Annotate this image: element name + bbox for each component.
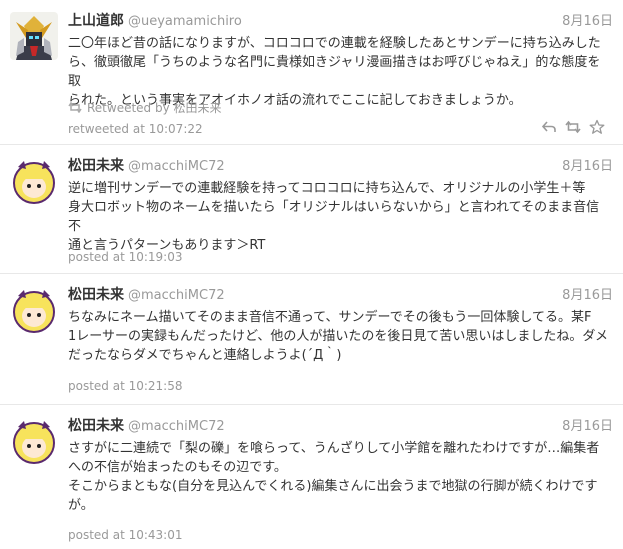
tweet-text-line: 身大ロボット物のネームを描いたら「オリジナルはいらないから」と言われてそのまま音… [68, 200, 600, 234]
retweet-info: Retweeted by 松田未来 [68, 99, 222, 116]
tweet-text-line: 1レーサーの実録もんだったけど、他の人が描いたのを後日見て苦い思いはしましたね。… [68, 329, 608, 344]
timestamp[interactable]: retweeted at 10:07:22 [68, 122, 203, 136]
robot-avatar-image [10, 12, 58, 60]
tweet-text-line: そこからまともな(自分を見込んでくれる)編集さんに出会うまで地獄の行脚が続くわけ… [68, 479, 598, 494]
tweet-text-line: ちなみにネーム描いてそのまま音信不通って、サンデーでその後もう一回体験してる。某… [68, 310, 592, 325]
timestamp[interactable]: posted at 10:21:58 [68, 379, 183, 393]
avatar[interactable] [10, 157, 58, 205]
tweet-text-line: 逆に増刊サンデーでの連載経験を持ってコロコロに持ち込んで、オリジナルの小学生＋等 [68, 181, 586, 196]
tweet-text-line: 二〇年ほど昔の話になりますが、コロコロでの連載を経験したあとサンデーに持ち込みし… [68, 36, 601, 51]
avatar[interactable] [10, 286, 58, 334]
avatar[interactable] [10, 417, 58, 465]
user-name[interactable]: 松田未来 [68, 418, 124, 434]
user-name[interactable]: 松田未来 [68, 158, 124, 174]
tweet-text: 逆に増刊サンデーでの連載経験を持ってコロコロに持ち込んで、オリジナルの小学生＋等… [68, 179, 608, 255]
tweet-item: 上山道郎 @ueyamamichiro 8月16日 二〇年ほど昔の話になりますが、… [0, 0, 623, 145]
star-icon[interactable] [589, 119, 605, 135]
retweet-icon[interactable] [565, 119, 581, 135]
anime-girl-avatar-image [10, 286, 58, 334]
tweet-text-line: だったならダメでちゃんと連絡しようよ(´Д｀) [68, 348, 342, 363]
tweet-header: 松田未来 @macchiMC72 8月16日 [68, 415, 613, 435]
reply-icon[interactable] [541, 119, 557, 135]
tweet-header: 松田未来 @macchiMC72 8月16日 [68, 284, 613, 304]
tweet-text-line: さすがに二連続で「梨の礫」を喰らって、うんざりして小学館を離れたわけですが…編集… [68, 441, 600, 456]
tweet-header: 松田未来 @macchiMC72 8月16日 [68, 155, 613, 175]
anime-girl-avatar-image [10, 417, 58, 465]
user-name[interactable]: 上山道郎 [68, 13, 124, 29]
screen-name[interactable]: @macchiMC72 [128, 288, 225, 303]
tweet-text-line: ら、徹頭徹尾「うちのような名門に貴様如きジャリ漫画描きはお呼びじゃねえ」的な態度… [68, 55, 601, 89]
screen-name[interactable]: @macchiMC72 [128, 419, 225, 434]
tweet-date[interactable]: 8月16日 [562, 10, 613, 29]
tweet-date[interactable]: 8月16日 [562, 284, 613, 303]
timestamp[interactable]: posted at 10:43:01 [68, 528, 183, 542]
retweet-label: Retweeted by [87, 101, 170, 115]
tweet-text: さすがに二連続で「梨の礫」を喰らって、うんざりして小学館を離れたわけですが…編集… [68, 439, 608, 515]
tweet-text-line: への不信が始まったのもその辺です。 [68, 460, 287, 475]
timestamp[interactable]: posted at 10:19:03 [68, 250, 183, 264]
anime-girl-avatar-image [10, 157, 58, 205]
retweeted-by-user[interactable]: 松田未来 [174, 101, 222, 115]
tweet-text: ちなみにネーム描いてそのまま音信不通って、サンデーでその後もう一回体験してる。某… [68, 308, 608, 365]
tweet-text-line: が。 [68, 498, 94, 513]
retweet-small-icon [68, 101, 82, 114]
tweet-actions [541, 119, 607, 135]
tweet-date[interactable]: 8月16日 [562, 415, 613, 434]
screen-name[interactable]: @macchiMC72 [128, 159, 225, 174]
tweet-header: 上山道郎 @ueyamamichiro 8月16日 [68, 10, 613, 30]
tweet-item: 松田未来 @macchiMC72 8月16日 逆に増刊サンデーでの連載経験を持って… [0, 145, 623, 274]
tweet-date[interactable]: 8月16日 [562, 155, 613, 174]
screen-name[interactable]: @ueyamamichiro [128, 14, 242, 29]
tweet-item: 松田未来 @macchiMC72 8月16日 さすがに二連続で「梨の礫」を喰らって… [0, 405, 623, 549]
tweet-item: 松田未来 @macchiMC72 8月16日 ちなみにネーム描いてそのまま音信不通… [0, 274, 623, 405]
user-name[interactable]: 松田未来 [68, 287, 124, 303]
avatar[interactable] [10, 12, 58, 60]
